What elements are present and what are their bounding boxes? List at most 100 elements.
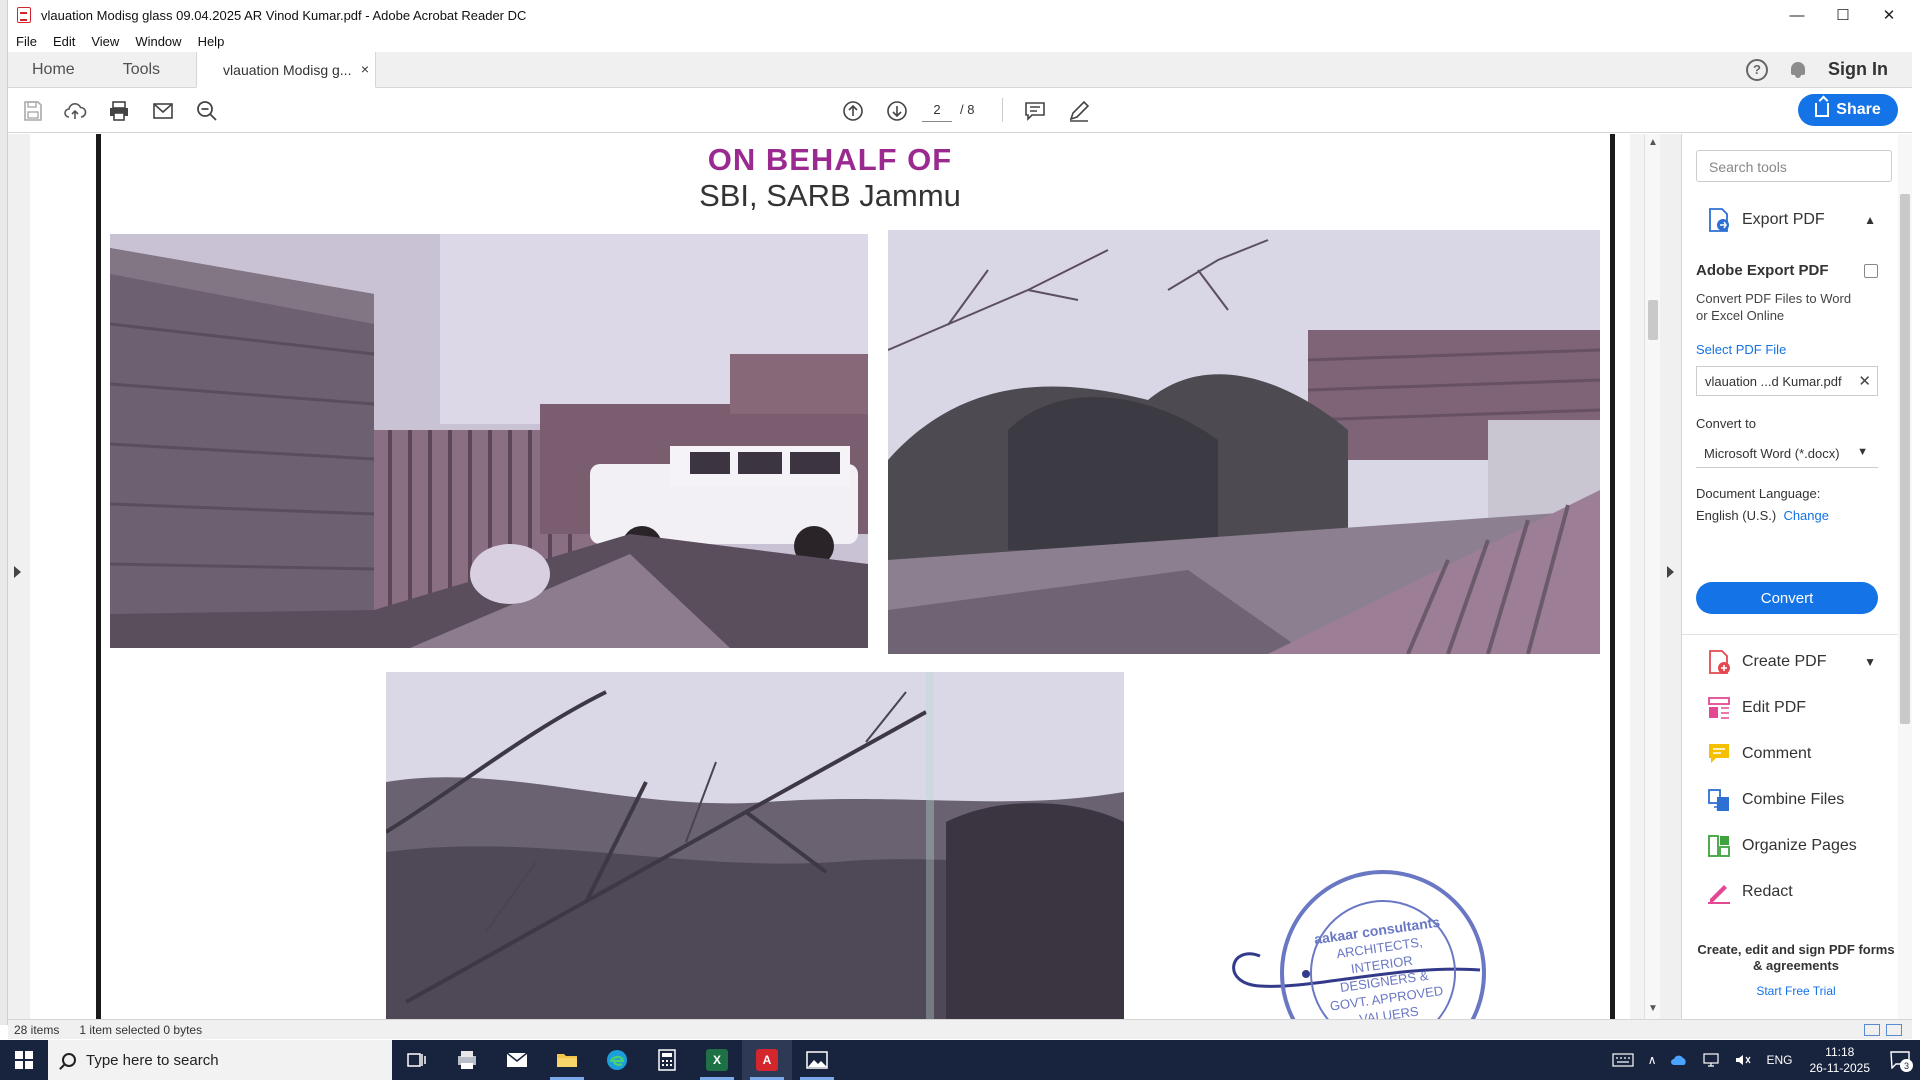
minimize-button[interactable]: —	[1774, 0, 1820, 30]
tool-redact[interactable]: Redact	[1682, 872, 1898, 912]
save-icon[interactable]	[20, 98, 46, 124]
convert-to-label: Convert to	[1696, 416, 1756, 431]
document-viewport[interactable]: ON BEHALF OF SBI, SARB Jammu aakaar cons…	[8, 134, 1644, 1019]
chevron-up-icon[interactable]: ▲	[1864, 213, 1876, 227]
maximize-button[interactable]: ☐	[1820, 0, 1866, 30]
tool-organize-pages[interactable]: Organize Pages	[1682, 826, 1898, 866]
menu-edit[interactable]: Edit	[45, 34, 83, 49]
tray-language[interactable]: ENG	[1759, 1053, 1799, 1067]
zoom-out-icon[interactable]	[194, 98, 220, 124]
toolbar-divider	[1002, 98, 1003, 122]
tab-tools[interactable]: Tools	[99, 52, 184, 87]
clear-file-icon[interactable]: ✕	[1858, 372, 1871, 390]
notification-count: 3	[1900, 1059, 1913, 1072]
tray-volume-icon[interactable]	[1727, 1053, 1759, 1067]
export-pdf-section[interactable]: Export PDF ▲	[1682, 200, 1898, 240]
tray-chevron-up-icon[interactable]: ∧	[1641, 1053, 1664, 1067]
acrobat-window: vlauation Modisg glass 09.04.2025 AR Vin…	[0, 0, 1920, 1080]
start-button[interactable]	[0, 1040, 48, 1080]
taskbar-task-view[interactable]	[392, 1040, 442, 1080]
close-window-button[interactable]: ✕	[1866, 0, 1912, 30]
tool-comment[interactable]: Comment	[1682, 734, 1898, 774]
menu-file[interactable]: File	[8, 34, 45, 49]
comment-toolbar-icon[interactable]	[1022, 98, 1048, 124]
tray-onedrive-icon[interactable]	[1663, 1054, 1695, 1066]
taskbar-search-box[interactable]: Type here to search	[48, 1040, 392, 1080]
tool-combine-files[interactable]: Combine Files	[1682, 780, 1898, 820]
tab-close-icon[interactable]: ×	[361, 61, 369, 77]
action-center-button[interactable]: 3	[1880, 1040, 1920, 1080]
convert-button[interactable]: Convert	[1696, 582, 1878, 614]
taskbar-calculator[interactable]	[642, 1040, 692, 1080]
tools-pane-scroll-thumb[interactable]	[1900, 194, 1910, 724]
expand-left-panel-icon[interactable]	[14, 566, 21, 578]
task-view-icon	[407, 1053, 426, 1067]
background-window-edge	[0, 0, 8, 1025]
scroll-up-icon[interactable]: ▲	[1648, 138, 1658, 148]
tray-network-icon[interactable]	[1695, 1053, 1727, 1067]
taskbar-mail[interactable]	[492, 1040, 542, 1080]
details-view-icon[interactable]	[1864, 1023, 1880, 1036]
combine-files-icon	[1706, 787, 1732, 813]
copy-icon[interactable]	[1864, 264, 1878, 278]
email-icon[interactable]	[150, 98, 176, 124]
document-scroll-thumb[interactable]	[1648, 300, 1658, 340]
page-number-input[interactable]: 2	[922, 98, 952, 122]
change-language-link[interactable]: Change	[1783, 508, 1829, 523]
tool-edit-pdf[interactable]: Edit PDF	[1682, 688, 1898, 728]
share-button[interactable]: Share	[1798, 94, 1898, 126]
document-scrollbar[interactable]: ▲ ▼	[1644, 134, 1660, 1019]
site-photo-trees-wall	[888, 230, 1600, 654]
tray-clock[interactable]: 11:18 26-11-2025	[1800, 1044, 1881, 1076]
menu-window[interactable]: Window	[127, 34, 189, 49]
start-free-trial-link[interactable]: Start Free Trial	[1696, 984, 1896, 998]
share-label: Share	[1836, 101, 1881, 118]
window-title: vlauation Modisg glass 09.04.2025 AR Vin…	[41, 7, 527, 23]
taskbar-printer-app[interactable]	[442, 1040, 492, 1080]
chevron-down-icon[interactable]: ▼	[1864, 655, 1876, 669]
taskbar-excel[interactable]: X	[692, 1040, 742, 1080]
next-page-icon[interactable]	[884, 98, 910, 124]
convert-format-value: Microsoft Word (*.docx)	[1704, 446, 1840, 461]
selected-file-field[interactable]: vlauation ...d Kumar.pdf ✕	[1696, 366, 1878, 396]
printer-app-icon	[458, 1051, 476, 1069]
adobe-export-description: Convert PDF Files to Word or Excel Onlin…	[1696, 291, 1852, 323]
taskbar-file-explorer[interactable]	[542, 1040, 592, 1080]
scroll-down-icon[interactable]: ▼	[1648, 1004, 1658, 1014]
comment-icon	[1706, 741, 1732, 767]
tools-pane: Search tools Export PDF ▲ Adobe Export P…	[1682, 134, 1898, 1019]
menu-bar: File Edit View Window Help	[8, 30, 1912, 52]
tools-pane-scrollbar[interactable]	[1898, 134, 1912, 1019]
site-photo-wall-jeep	[110, 234, 868, 648]
select-pdf-file-link[interactable]: Select PDF File	[1696, 342, 1786, 357]
large-icons-view-icon[interactable]	[1886, 1023, 1902, 1036]
photos-icon	[806, 1051, 828, 1069]
convert-format-dropdown[interactable]: Microsoft Word (*.docx) ▼	[1696, 438, 1878, 468]
panel-divider	[1682, 634, 1898, 635]
tab-bar: Home Tools vlauation Modisg g... × ? Sig…	[8, 52, 1912, 88]
title-bar: vlauation Modisg glass 09.04.2025 AR Vin…	[8, 0, 1912, 30]
promo-text: Create, edit and sign PDF forms & agreem…	[1697, 942, 1895, 973]
help-icon[interactable]: ?	[1746, 58, 1768, 81]
taskbar-edge[interactable]	[592, 1040, 642, 1080]
sign-in-button[interactable]: Sign In	[1828, 59, 1888, 80]
tray-keyboard-icon[interactable]	[1605, 1053, 1641, 1067]
menu-help[interactable]: Help	[190, 34, 233, 49]
previous-page-icon[interactable]	[840, 98, 866, 124]
print-icon[interactable]	[106, 98, 132, 124]
mail-icon	[506, 1052, 528, 1067]
tool-create-pdf[interactable]: Create PDF ▼	[1682, 642, 1898, 682]
collapse-right-panel-icon[interactable]	[1667, 566, 1674, 578]
menu-view[interactable]: View	[83, 34, 127, 49]
tab-document[interactable]: vlauation Modisg g... ×	[196, 52, 377, 88]
cloud-upload-icon[interactable]	[62, 98, 88, 124]
tab-home[interactable]: Home	[8, 52, 99, 87]
taskbar-acrobat[interactable]: A	[742, 1040, 792, 1080]
chevron-down-icon: ▼	[1857, 446, 1868, 458]
acrobat-app-icon	[17, 7, 31, 23]
calculator-icon	[658, 1049, 676, 1071]
sign-pen-icon[interactable]	[1066, 98, 1092, 124]
search-tools-input[interactable]: Search tools	[1696, 150, 1892, 182]
notification-bell-icon[interactable]	[1790, 61, 1806, 79]
taskbar-photos[interactable]	[792, 1040, 842, 1080]
